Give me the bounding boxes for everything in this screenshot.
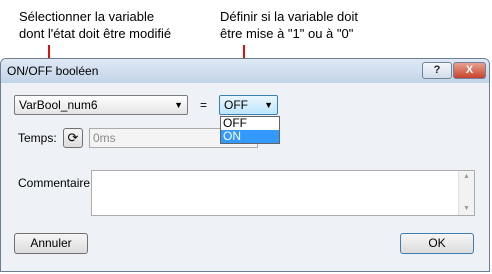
- variable-value: VarBool_num6: [19, 98, 98, 112]
- time-label: Temps:: [18, 131, 57, 145]
- comment-label: Commentaire:: [18, 176, 94, 190]
- state-option-on[interactable]: ON: [221, 130, 279, 143]
- state-dropdown-list[interactable]: OFF ON: [220, 116, 280, 144]
- refresh-icon[interactable]: ⟳: [63, 128, 83, 148]
- title-bar: ON/OFF booléen ? X: [1, 59, 489, 83]
- chevron-down-icon: ▼: [174, 100, 183, 110]
- annotation-left-line1: Sélectionner la variable: [19, 9, 155, 24]
- scroll-up-icon[interactable]: ▲: [459, 171, 474, 183]
- comment-field[interactable]: ▲ ▼: [91, 170, 475, 216]
- close-button[interactable]: X: [453, 62, 486, 79]
- scroll-down-icon[interactable]: ▼: [459, 203, 474, 215]
- annotation-right-line2: être mise à "1" ou à "0": [220, 26, 354, 41]
- annotation-left-line2: dont l'état doit être modifié: [19, 26, 172, 41]
- equals-sign: =: [200, 98, 208, 112]
- chevron-down-icon: ▼: [264, 100, 273, 110]
- variable-combobox[interactable]: VarBool_num6 ▼: [14, 95, 188, 115]
- cancel-button[interactable]: Annuler: [14, 233, 88, 254]
- state-combobox[interactable]: OFF ▼: [219, 95, 278, 115]
- help-button[interactable]: ?: [422, 62, 452, 79]
- dialog-title: ON/OFF booléen: [7, 64, 99, 78]
- state-value: OFF: [224, 98, 248, 112]
- annotation-right-line1: Définir si la variable doit: [220, 9, 359, 24]
- ok-button[interactable]: OK: [400, 233, 474, 254]
- comment-scrollbar[interactable]: ▲ ▼: [458, 171, 474, 215]
